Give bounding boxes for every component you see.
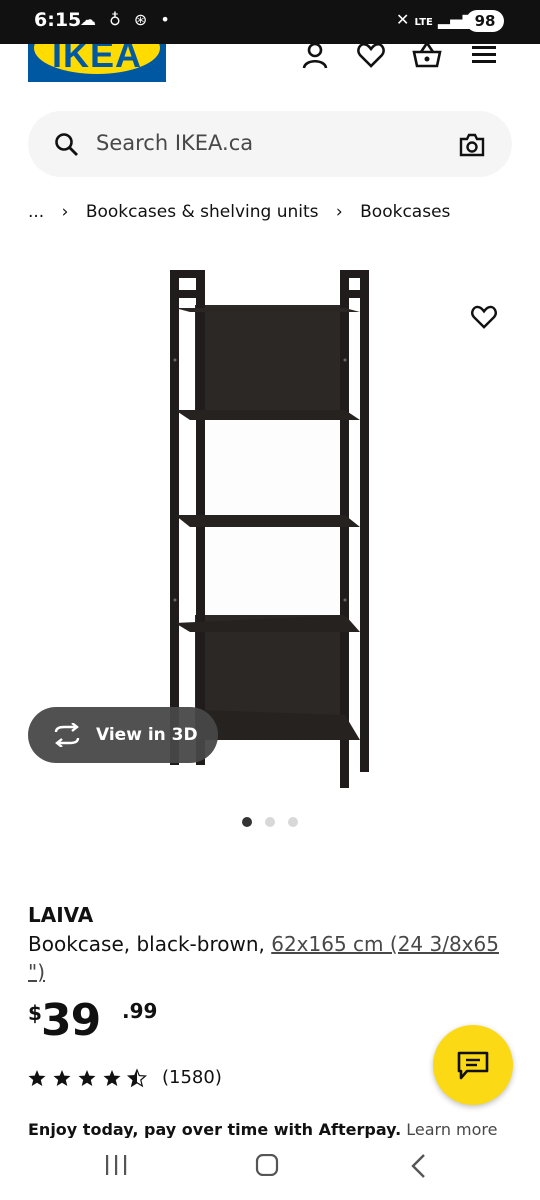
- notification-icons: ☁ ♁ ⊛ •: [80, 10, 174, 29]
- carousel-dot[interactable]: [288, 817, 298, 827]
- breadcrumb-separator: ›: [335, 202, 343, 222]
- network-label: LTE: [414, 17, 433, 28]
- price-cents: .99: [122, 999, 158, 1023]
- breadcrumb-bookcases-shelving[interactable]: Bookcases & shelving units: [86, 202, 319, 222]
- breadcrumb: ... › Bookcases & shelving units › Bookc…: [28, 202, 462, 222]
- breadcrumb-separator: ›: [61, 202, 69, 222]
- rating-stars[interactable]: [28, 1068, 152, 1090]
- battery-badge: 98: [466, 10, 504, 32]
- logo-text: IKEA: [51, 44, 142, 75]
- rotate-3d-icon: [54, 723, 80, 747]
- status-bar: 6:15 ☁ ♁ ⊛ • ✕ LTE ▂▄▆ 98: [0, 0, 540, 44]
- status-time: 6:15: [34, 9, 82, 31]
- home-icon[interactable]: [255, 1154, 279, 1176]
- profile-icon[interactable]: [300, 40, 330, 70]
- carousel-dot[interactable]: [265, 817, 275, 827]
- heart-icon[interactable]: [356, 40, 386, 70]
- breadcrumb-ellipsis[interactable]: ...: [28, 202, 44, 222]
- search-input[interactable]: Search IKEA.ca: [96, 131, 253, 155]
- system-nav-bar: [0, 1140, 540, 1200]
- breadcrumb-bookcases[interactable]: Bookcases: [360, 202, 450, 222]
- view-in-3d-label: View in 3D: [96, 725, 198, 745]
- recent-apps-icon[interactable]: [104, 1154, 128, 1176]
- review-count[interactable]: (1580): [162, 1067, 222, 1088]
- search-icon: [55, 133, 78, 156]
- search-bar[interactable]: Search IKEA.ca: [28, 111, 512, 177]
- price-currency: $: [28, 1001, 42, 1025]
- carousel-dot-active[interactable]: [242, 817, 252, 827]
- afterpay-learn-more-link[interactable]: Learn more: [406, 1120, 497, 1138]
- product-type: Bookcase, black-brown,: [28, 932, 272, 956]
- mute-icon: ✕: [396, 10, 410, 29]
- signal-icons: ✕ LTE ▂▄▆: [396, 10, 475, 29]
- afterpay-text: Enjoy today, pay over time with Afterpay…: [28, 1120, 402, 1138]
- ikea-logo[interactable]: IKEA: [28, 44, 166, 82]
- chat-icon: [457, 1051, 489, 1080]
- add-to-favourites-icon[interactable]: [470, 303, 498, 329]
- view-in-3d-button[interactable]: View in 3D: [28, 707, 218, 763]
- menu-icon[interactable]: [469, 40, 499, 70]
- afterpay-banner: Enjoy today, pay over time with Afterpay…: [28, 1120, 498, 1138]
- price-whole: 39: [41, 995, 101, 1046]
- back-icon[interactable]: [408, 1154, 428, 1178]
- product-name: LAIVA: [28, 903, 94, 927]
- cart-icon[interactable]: [412, 40, 442, 70]
- product-description: Bookcase, black-brown, 62x165 cm (24 3/8…: [28, 930, 518, 986]
- camera-icon[interactable]: [458, 132, 486, 158]
- chat-button[interactable]: [433, 1025, 513, 1105]
